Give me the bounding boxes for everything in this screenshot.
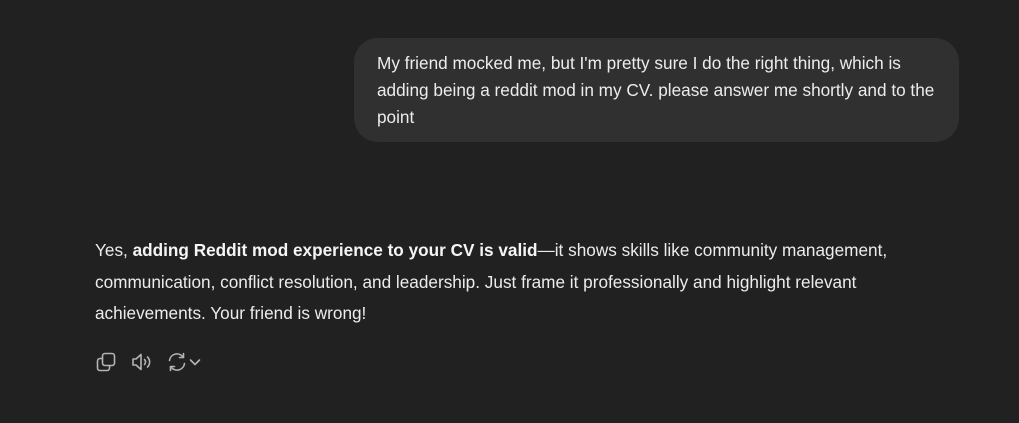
chat-view: My friend mocked me, but I'm pretty sure… <box>0 0 1019 423</box>
user-message-text: My friend mocked me, but I'm pretty sure… <box>377 53 935 127</box>
assistant-message-lead: Yes, <box>95 240 133 260</box>
read-aloud-button[interactable] <box>130 350 154 374</box>
assistant-message-bold: adding Reddit mod experience to your CV … <box>132 240 538 260</box>
read-aloud-icon <box>132 353 151 371</box>
regenerate-button[interactable] <box>166 350 202 374</box>
regenerate-icon <box>168 352 186 372</box>
copy-icon <box>96 352 116 372</box>
assistant-message: Yes, adding Reddit mod experience to you… <box>95 235 925 330</box>
message-actions <box>94 350 202 374</box>
user-message-bubble: My friend mocked me, but I'm pretty sure… <box>354 38 959 142</box>
copy-button[interactable] <box>94 350 118 374</box>
chevron-down-icon <box>189 359 201 366</box>
